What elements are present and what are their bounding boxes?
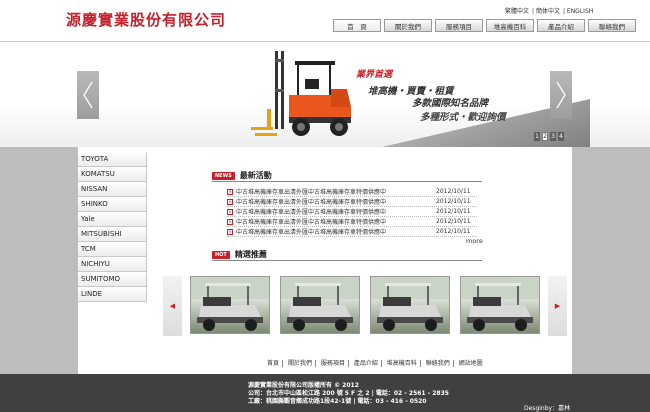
nav-about[interactable]: 關於我們 [384, 19, 432, 32]
nav-products[interactable]: 產品介紹 [537, 19, 585, 32]
banner-prev-button[interactable] [77, 71, 99, 119]
news-item-date: 2012/10/11 [436, 188, 471, 195]
product-card[interactable] [370, 276, 450, 334]
banner-next-button[interactable] [550, 71, 572, 119]
news-item[interactable]: ✕ 中古堆高機庫存車出清外匯中古堆高機庫存車特價供應中 2012/10/11 [227, 227, 477, 237]
footer-link-home[interactable]: 首頁 [264, 360, 284, 367]
news-item-title[interactable]: 中古堆高機庫存車出清外匯中古堆高機庫存車特價供應中 [236, 207, 436, 216]
header: 源慶實業股份有限公司 繁體中文 | 簡体中文 | ENGLISH 首 頁 關於我們 … [0, 0, 650, 42]
bullet-icon: ✕ [227, 218, 233, 225]
brand-item-toyota[interactable]: TOYOTA [78, 152, 147, 167]
footer-copyright: 源慶實業股份有限公司版權所有 © 2012 公司：台北市中山區松江路 200 號… [248, 382, 449, 406]
news-list: ✕ 中古堆高機庫存車出清外匯中古堆高機庫存車特價供應中 2012/10/11 ✕… [227, 187, 477, 237]
news-item-title[interactable]: 中古堆高機庫存車出清外匯中古堆高機庫存車特價供應中 [236, 227, 436, 236]
banner-slogan-3: 多款國際知名品牌 [412, 98, 489, 109]
news-more-link[interactable]: more [466, 237, 483, 245]
brand-item-shinko[interactable]: SHINKO [78, 197, 147, 212]
nav-services[interactable]: 服務項目 [435, 19, 483, 32]
banner-slider: 業界首選 堆高機・買賣・租賃 多款國際知名品牌 多種形式・歡迎詢價 1 2 3 … [0, 43, 650, 147]
footer-link-wiki[interactable]: 堆高機百科 [383, 360, 421, 367]
news-item[interactable]: ✕ 中古堆高機庫存車出清外匯中古堆高機庫存車特價供應中 2012/10/11 [227, 187, 477, 197]
banner-slogan-1: 業界首選 [356, 70, 393, 80]
factory-address: 工廠：桃園縣觀音鄉成功路1段42-1號 | 電話：03 - 416 - 0520 [248, 398, 427, 405]
copyright-line: 源慶實業股份有限公司版權所有 © 2012 [248, 382, 359, 389]
news-item[interactable]: ✕ 中古堆高機庫存車出清外匯中古堆高機庫存車特價供應中 2012/10/11 [227, 197, 477, 207]
bullet-icon: ✕ [227, 198, 233, 205]
footer-link-services[interactable]: 服務項目 [317, 360, 349, 367]
golf-cart-image [371, 277, 449, 331]
brand-list: TOYOTA KOMATSU NISSAN SHINKO Yale MITSUB… [78, 152, 147, 302]
golf-cart-image [191, 277, 269, 331]
brand-item-mitsubishi[interactable]: MITSUBISHI [78, 227, 147, 242]
product-carousel [190, 276, 540, 334]
lang-traditional[interactable]: 繁體中文 [505, 8, 529, 15]
brand-item-yale[interactable]: Yale [78, 212, 147, 227]
news-item-date: 2012/10/11 [436, 228, 471, 235]
golf-cart-image [281, 277, 359, 331]
caret-right-icon: ▶ [554, 302, 561, 310]
news-item-title[interactable]: 中古堆高機庫存車出清外匯中古堆高機庫存車特價供應中 [236, 217, 436, 226]
news-item-date: 2012/10/11 [436, 218, 471, 225]
news-title: 最新活動 [239, 171, 272, 180]
brand-item-sumitomo[interactable]: SUMITOMO [78, 272, 147, 287]
banner-page-4[interactable]: 4 [558, 132, 564, 141]
site-logo[interactable]: 源慶實業股份有限公司 [66, 9, 226, 30]
products-tag: HOT [212, 250, 230, 259]
product-card[interactable] [460, 276, 540, 334]
products-header: HOT 精選推薦 [212, 249, 267, 260]
lang-english[interactable]: ENGLISH [567, 8, 593, 15]
banner-page-1[interactable]: 1 [534, 132, 540, 141]
banner-pagination: 1 2 3 4 [534, 132, 564, 141]
footer-link-sitemap[interactable]: 網站地圖 [456, 360, 486, 367]
brand-item-linde[interactable]: LINDE [78, 287, 147, 302]
language-switcher: 繁體中文 | 簡体中文 | ENGLISH [505, 8, 594, 15]
news-item-date: 2012/10/11 [436, 208, 471, 215]
chevron-left-icon [83, 81, 93, 109]
bullet-icon: ✕ [227, 228, 233, 235]
nav-home[interactable]: 首 頁 [333, 19, 381, 32]
banner-page-3[interactable]: 3 [550, 132, 556, 141]
news-item[interactable]: ✕ 中古堆高機庫存車出清外匯中古堆高機庫存車特價供應中 2012/10/11 [227, 217, 477, 227]
golf-cart-image [461, 277, 539, 331]
products-next-button[interactable]: ▶ [548, 276, 567, 336]
news-item-date: 2012/10/11 [436, 198, 471, 205]
brand-item-tcm[interactable]: TCM [78, 242, 147, 257]
nav-forklift-wiki[interactable]: 堆高機百科 [486, 19, 534, 32]
footer-link-products[interactable]: 產品介紹 [350, 360, 382, 367]
product-card[interactable] [190, 276, 270, 334]
news-header: NEWS 最新活動 [212, 170, 272, 181]
brand-item-nichiyu[interactable]: NICHIYU [78, 257, 147, 272]
products-title: 精選推薦 [234, 250, 267, 259]
news-item-title[interactable]: 中古堆高機庫存車出清外匯中古堆高機庫存車特價供應中 [236, 197, 436, 206]
footer-links: 首頁 關於我們 服務項目 產品介紹 堆高機百科 聯絡我們 網站地圖 [264, 358, 486, 367]
bullet-icon: ✕ [227, 188, 233, 195]
footer-link-contact[interactable]: 聯絡我們 [422, 360, 454, 367]
news-divider [212, 181, 482, 182]
company-address: 公司：台北市中山區松江路 200 號 5 F 之 2 | 電話：02 - 256… [248, 390, 449, 397]
lang-simplified[interactable]: 簡体中文 [536, 8, 560, 15]
banner-page-2[interactable]: 2 [542, 132, 548, 141]
nav-contact[interactable]: 聯絡我們 [588, 19, 636, 32]
brand-item-nissan[interactable]: NISSAN [78, 182, 147, 197]
main-nav: 首 頁 關於我們 服務項目 堆高機百科 產品介紹 聯絡我們 [333, 19, 636, 32]
products-prev-button[interactable]: ◀ [163, 276, 182, 336]
news-item[interactable]: ✕ 中古堆高機庫存車出清外匯中古堆高機庫存車特價供應中 2012/10/11 [227, 207, 477, 217]
news-item-title[interactable]: 中古堆高機庫存車出清外匯中古堆高機庫存車特價供應中 [236, 187, 436, 196]
news-tag: NEWS [212, 171, 235, 180]
design-credit: Desginby：嘉林 [524, 405, 571, 412]
products-divider [212, 260, 482, 261]
caret-left-icon: ◀ [169, 302, 176, 310]
product-card[interactable] [280, 276, 360, 334]
brand-item-komatsu[interactable]: KOMATSU [78, 167, 147, 182]
forklift-image [251, 51, 351, 136]
banner-slogan-4: 多種形式・歡迎詢價 [420, 112, 506, 123]
bullet-icon: ✕ [227, 208, 233, 215]
chevron-right-icon [556, 81, 566, 109]
footer-link-about[interactable]: 關於我們 [284, 360, 316, 367]
